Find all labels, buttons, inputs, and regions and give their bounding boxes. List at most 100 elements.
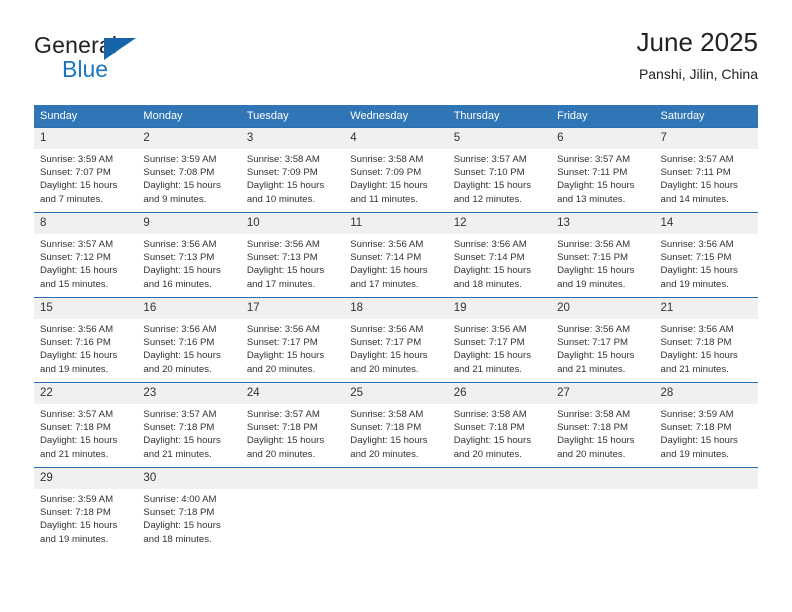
- sunrise-text: Sunrise: 3:56 AM: [246, 239, 320, 250]
- day-cell[interactable]: 13 Sunrise: 3:56 AM Sunset: 7:15 PM Dayl…: [551, 212, 655, 298]
- sunset-text: Sunset: 7:15 PM: [557, 252, 629, 264]
- daylight-text-line1: Daylight: 15 hours: [350, 435, 428, 447]
- day-cell[interactable]: 28 Sunrise: 3:59 AM Sunset: 7:18 PM Dayl…: [654, 382, 758, 468]
- brand-logo[interactable]: General Blue: [34, 34, 254, 92]
- day-cell[interactable]: 4 Sunrise: 3:58 AM Sunset: 7:09 PM Dayli…: [344, 127, 448, 213]
- daylight-text-line1: Daylight: 15 hours: [557, 265, 635, 277]
- day-details: Sunrise: 3:58 AM Sunset: 7:18 PM Dayligh…: [551, 404, 654, 461]
- day-cell[interactable]: 23 Sunrise: 3:57 AM Sunset: 7:18 PM Dayl…: [137, 382, 241, 468]
- day-number: 2: [137, 128, 241, 149]
- day-details: Sunrise: 3:58 AM Sunset: 7:09 PM Dayligh…: [344, 149, 447, 206]
- day-number: 22: [34, 383, 138, 404]
- day-cell[interactable]: 8 Sunrise: 3:57 AM Sunset: 7:12 PM Dayli…: [34, 212, 138, 298]
- sunset-text: Sunset: 7:16 PM: [143, 337, 215, 349]
- day-number: 26: [447, 383, 552, 404]
- day-details: Sunrise: 3:59 AM Sunset: 7:18 PM Dayligh…: [655, 404, 758, 461]
- daylight-text-line1: Daylight: 15 hours: [143, 180, 221, 192]
- daylight-text-line1: Daylight: 15 hours: [40, 520, 118, 532]
- sunset-text: Sunset: 7:07 PM: [40, 167, 111, 179]
- daylight-text-line1: Daylight: 15 hours: [246, 350, 325, 362]
- weekday-header-wednesday: Wednesday: [344, 105, 448, 128]
- page-subtitle: Panshi, Jilin, China: [638, 65, 758, 82]
- daylight-text-line2: and 15 minutes.: [40, 278, 109, 290]
- day-cell[interactable]: 7 Sunrise: 3:57 AM Sunset: 7:11 PM Dayli…: [654, 127, 758, 213]
- sunrise-text: Sunrise: 3:56 AM: [143, 324, 217, 335]
- calendar-body: 1 Sunrise: 3:59 AM Sunset: 7:07 PM Dayli…: [34, 127, 758, 552]
- daylight-text-line2: and 12 minutes.: [453, 193, 522, 205]
- calendar-week-row: 15 Sunrise: 3:56 AM Sunset: 7:16 PM Dayl…: [34, 297, 758, 383]
- daylight-text-line2: and 21 minutes.: [40, 448, 109, 460]
- day-cell[interactable]: 2 Sunrise: 3:59 AM Sunset: 7:08 PM Dayli…: [137, 127, 241, 213]
- sunrise-text: Sunrise: 3:58 AM: [246, 154, 320, 165]
- day-number: 3: [240, 128, 345, 149]
- day-cell[interactable]: 20 Sunrise: 3:56 AM Sunset: 7:17 PM Dayl…: [551, 297, 655, 383]
- sunrise-text: Sunrise: 3:56 AM: [350, 324, 424, 335]
- day-cell[interactable]: 15 Sunrise: 3:56 AM Sunset: 7:16 PM Dayl…: [34, 297, 138, 383]
- daylight-text-line2: and 21 minutes.: [660, 363, 729, 375]
- daylight-text-line1: Daylight: 15 hours: [246, 180, 325, 192]
- daylight-text-line2: and 14 minutes.: [660, 193, 729, 205]
- sunset-text: Sunset: 7:18 PM: [143, 422, 215, 434]
- weekday-header-saturday: Saturday: [654, 105, 758, 128]
- sunrise-text: Sunrise: 3:56 AM: [557, 239, 631, 250]
- day-details: Sunrise: 3:56 AM Sunset: 7:16 PM Dayligh…: [137, 319, 240, 376]
- daylight-text-line1: Daylight: 15 hours: [246, 265, 325, 277]
- sunrise-text: Sunrise: 3:57 AM: [143, 409, 217, 420]
- day-cell[interactable]: 19 Sunrise: 3:56 AM Sunset: 7:17 PM Dayl…: [447, 297, 552, 383]
- sunrise-text: Sunrise: 3:56 AM: [453, 239, 527, 250]
- daylight-text-line1: Daylight: 15 hours: [40, 180, 118, 192]
- daylight-text-line2: and 20 minutes.: [350, 363, 419, 375]
- sunrise-text: Sunrise: 3:57 AM: [40, 239, 114, 250]
- day-cell[interactable]: 3 Sunrise: 3:58 AM Sunset: 7:09 PM Dayli…: [240, 127, 345, 213]
- day-cell-empty: [447, 467, 552, 552]
- day-number: 1: [34, 128, 138, 149]
- day-cell[interactable]: 26 Sunrise: 3:58 AM Sunset: 7:18 PM Dayl…: [447, 382, 552, 468]
- day-cell[interactable]: 24 Sunrise: 3:57 AM Sunset: 7:18 PM Dayl…: [240, 382, 345, 468]
- day-cell[interactable]: 10 Sunrise: 3:56 AM Sunset: 7:13 PM Dayl…: [240, 212, 345, 298]
- day-cell[interactable]: 9 Sunrise: 3:56 AM Sunset: 7:13 PM Dayli…: [137, 212, 241, 298]
- day-number: 20: [551, 298, 655, 319]
- daylight-text-line2: and 18 minutes.: [143, 533, 212, 545]
- daylight-text-line1: Daylight: 15 hours: [660, 435, 738, 447]
- brand-name-general: General: [34, 32, 118, 58]
- day-details: Sunrise: 3:56 AM Sunset: 7:17 PM Dayligh…: [241, 319, 344, 376]
- day-number: 18: [344, 298, 448, 319]
- daylight-text-line2: and 19 minutes.: [557, 278, 626, 290]
- daylight-text-line1: Daylight: 15 hours: [143, 265, 221, 277]
- sunrise-text: Sunrise: 3:57 AM: [660, 154, 734, 165]
- daylight-text-line1: Daylight: 15 hours: [40, 265, 118, 277]
- sunset-text: Sunset: 7:16 PM: [40, 337, 111, 349]
- day-details: Sunrise: 3:57 AM Sunset: 7:18 PM Dayligh…: [241, 404, 344, 461]
- day-cell[interactable]: 1 Sunrise: 3:59 AM Sunset: 7:07 PM Dayli…: [34, 127, 138, 213]
- day-cell[interactable]: 5 Sunrise: 3:57 AM Sunset: 7:10 PM Dayli…: [447, 127, 552, 213]
- sunset-text: Sunset: 7:17 PM: [453, 337, 525, 349]
- sunset-text: Sunset: 7:11 PM: [660, 167, 731, 179]
- sunset-text: Sunset: 7:14 PM: [453, 252, 525, 264]
- sunset-text: Sunset: 7:18 PM: [40, 422, 111, 434]
- sunset-text: Sunset: 7:18 PM: [660, 422, 732, 434]
- daylight-text-line1: Daylight: 15 hours: [660, 350, 738, 362]
- day-cell[interactable]: 27 Sunrise: 3:58 AM Sunset: 7:18 PM Dayl…: [551, 382, 655, 468]
- day-number: [240, 468, 345, 489]
- day-cell[interactable]: 18 Sunrise: 3:56 AM Sunset: 7:17 PM Dayl…: [344, 297, 448, 383]
- daylight-text-line1: Daylight: 15 hours: [660, 265, 738, 277]
- day-cell[interactable]: 14 Sunrise: 3:56 AM Sunset: 7:15 PM Dayl…: [654, 212, 758, 298]
- day-cell[interactable]: 12 Sunrise: 3:56 AM Sunset: 7:14 PM Dayl…: [447, 212, 552, 298]
- daylight-text-line1: Daylight: 15 hours: [143, 520, 221, 532]
- sunrise-text: Sunrise: 3:59 AM: [660, 409, 734, 420]
- day-cell[interactable]: 17 Sunrise: 3:56 AM Sunset: 7:17 PM Dayl…: [240, 297, 345, 383]
- day-details: Sunrise: 3:59 AM Sunset: 7:18 PM Dayligh…: [34, 489, 137, 546]
- day-cell[interactable]: 22 Sunrise: 3:57 AM Sunset: 7:18 PM Dayl…: [34, 382, 138, 468]
- day-cell[interactable]: 30 Sunrise: 4:00 AM Sunset: 7:18 PM Dayl…: [137, 467, 241, 552]
- day-cell[interactable]: 11 Sunrise: 3:56 AM Sunset: 7:14 PM Dayl…: [344, 212, 448, 298]
- day-cell[interactable]: 25 Sunrise: 3:58 AM Sunset: 7:18 PM Dayl…: [344, 382, 448, 468]
- day-cell[interactable]: 6 Sunrise: 3:57 AM Sunset: 7:11 PM Dayli…: [551, 127, 655, 213]
- day-cell[interactable]: 16 Sunrise: 3:56 AM Sunset: 7:16 PM Dayl…: [137, 297, 241, 383]
- day-cell[interactable]: 29 Sunrise: 3:59 AM Sunset: 7:18 PM Dayl…: [34, 467, 138, 552]
- sunset-text: Sunset: 7:10 PM: [453, 167, 525, 179]
- daylight-text-line2: and 20 minutes.: [143, 363, 212, 375]
- day-details: Sunrise: 3:56 AM Sunset: 7:18 PM Dayligh…: [655, 319, 758, 376]
- day-cell[interactable]: 21 Sunrise: 3:56 AM Sunset: 7:18 PM Dayl…: [654, 297, 758, 383]
- sunset-text: Sunset: 7:17 PM: [246, 337, 318, 349]
- sunrise-text: Sunrise: 3:56 AM: [453, 324, 527, 335]
